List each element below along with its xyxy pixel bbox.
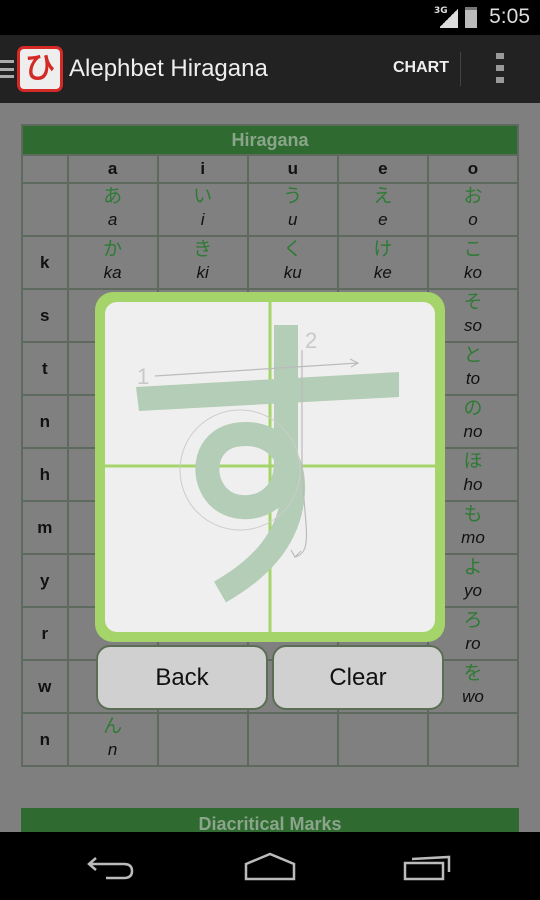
kana-cell[interactable]: く ku [246, 237, 337, 288]
kana-cell[interactable]: うu [246, 184, 337, 235]
kana: う [283, 185, 303, 207]
kana-cell[interactable]: あa [66, 184, 157, 235]
chart-button[interactable]: CHART [393, 59, 449, 77]
column-header: a [66, 156, 157, 182]
table-row: あaいiうuえeおo [23, 182, 517, 235]
row-label: n [39, 730, 50, 749]
kana: お [463, 185, 483, 207]
column-header: e [336, 156, 427, 182]
romaji: o [468, 210, 478, 229]
romaji: a [107, 210, 118, 229]
table-title: Hiragana [23, 126, 517, 154]
app-logo-glyph: ひ [20, 49, 60, 89]
kana-cell[interactable]: き ki [156, 237, 247, 288]
kana-cell [156, 714, 247, 765]
stroke-1-arrow [154, 358, 360, 377]
table-row: k か ka き ki く ku け ke こ ko [23, 235, 517, 288]
row-label [23, 184, 67, 235]
drawer-icon[interactable] [0, 60, 14, 78]
stroke-2 [195, 325, 306, 603]
divider [460, 52, 461, 86]
row-label: k [40, 253, 50, 272]
navigation-bar [0, 832, 540, 900]
row-label: h [39, 465, 50, 484]
section-header-diacritical: Diacritical Marks [21, 808, 519, 832]
stroke-number-2: 2 [305, 328, 317, 353]
table-row: nんn [23, 712, 517, 765]
row-label: r [41, 624, 49, 643]
romaji: u [288, 210, 298, 229]
column-header: i [156, 156, 247, 182]
recents-icon[interactable] [402, 852, 452, 882]
back-button[interactable]: Back [96, 645, 268, 710]
kana: ん [103, 715, 123, 737]
romaji: ku [283, 263, 302, 282]
kana: え [373, 185, 393, 207]
kana-cell[interactable]: おo [426, 184, 517, 235]
app-logo[interactable]: ひ [17, 46, 63, 92]
column-header: o [426, 156, 517, 182]
battery-charging-icon [465, 7, 477, 28]
row-label: s [40, 306, 50, 325]
corner-cell [23, 156, 67, 182]
column-header: u [246, 156, 337, 182]
kana: い [193, 185, 213, 207]
clock: 5:05 [489, 5, 530, 28]
app-title: Alephbet Hiragana [69, 55, 268, 82]
kana: き [193, 238, 213, 260]
row-label: y [40, 571, 50, 590]
action-bar: ひ Alephbet Hiragana CHART [0, 35, 540, 103]
row-label: n [39, 412, 50, 431]
kana: こ [463, 238, 483, 260]
row-label: t [41, 359, 48, 378]
kana: け [373, 238, 393, 260]
kana-cell[interactable]: こ ko [426, 237, 517, 288]
kana-cell [336, 714, 427, 765]
row-label: m [37, 518, 53, 537]
romaji: ko [463, 263, 482, 282]
kana: か [103, 238, 123, 260]
overflow-menu-icon[interactable] [496, 53, 504, 83]
stroke-order-diagram: 1 2 [105, 302, 435, 632]
romaji: i [200, 210, 205, 229]
signal-icon [440, 8, 458, 28]
kana: あ [103, 185, 123, 207]
column-header-row: aiueo [23, 154, 517, 182]
stroke-order-dialog: 1 2 [95, 292, 445, 642]
kana-cell [426, 714, 517, 765]
romaji: e [378, 210, 388, 229]
kana: く [283, 238, 303, 260]
romaji: ki [196, 263, 209, 282]
row-label: w [38, 677, 52, 696]
kana-cell[interactable]: け ke [336, 237, 427, 288]
romaji: ke [373, 263, 392, 282]
status-bar: 3G 5:05 [0, 0, 540, 35]
romaji: n [107, 740, 118, 759]
stroke-1 [136, 372, 399, 411]
stroke-number-1: 1 [137, 364, 149, 389]
kana-cell [246, 714, 337, 765]
kana-cell[interactable]: えe [336, 184, 427, 235]
kana-cell[interactable]: いi [156, 184, 247, 235]
clear-button[interactable]: Clear [272, 645, 444, 710]
back-icon[interactable] [86, 852, 136, 882]
drawing-pad[interactable]: 1 2 [105, 302, 435, 632]
romaji: ka [103, 263, 122, 282]
kana-cell[interactable]: んn [66, 714, 157, 765]
kana-cell[interactable]: か ka [66, 237, 157, 288]
home-icon[interactable] [243, 852, 297, 882]
